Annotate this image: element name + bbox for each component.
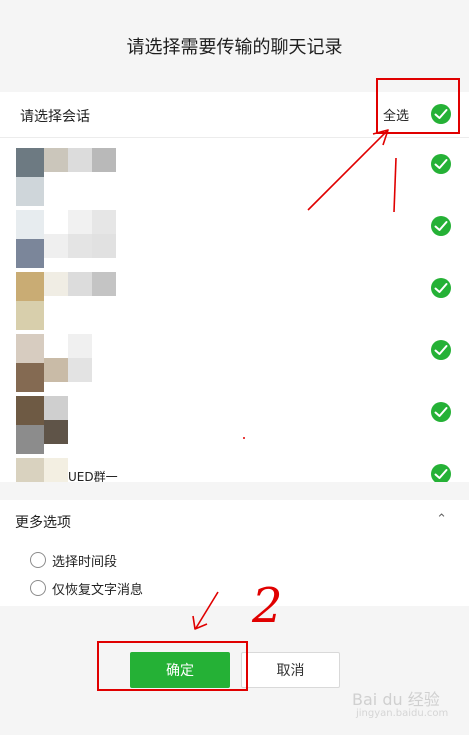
- conversation-avatar: [16, 396, 44, 454]
- conversation-avatar: [16, 458, 44, 482]
- conversation-check-icon[interactable]: [431, 402, 451, 422]
- option-time-range[interactable]: 选择时间段: [30, 550, 117, 570]
- session-select-panel: 请选择会话 全选 UED群一: [0, 92, 469, 482]
- conversation-name-blurred: [44, 272, 140, 330]
- conversation-name-blurred: [44, 148, 140, 206]
- conversation-check-icon[interactable]: [431, 154, 451, 174]
- confirm-button[interactable]: 确定: [130, 652, 230, 688]
- radio-time-range[interactable]: [30, 552, 46, 568]
- conversation-check-icon[interactable]: [431, 340, 451, 360]
- more-options-title: 更多选项: [15, 515, 71, 531]
- conversation-name-blurred: [44, 210, 140, 268]
- conversation-row[interactable]: [0, 396, 469, 458]
- annotation-arrowhead-confirm: [192, 615, 208, 630]
- dialog-title: 请选择需要传输的聊天记录: [126, 37, 343, 58]
- conversation-name-blurred: [44, 334, 140, 392]
- conversation-row[interactable]: UED群一: [0, 458, 469, 482]
- option-text-only-label: 仅恢复文字消息: [52, 582, 144, 598]
- conversation-name-blurred: [44, 396, 140, 454]
- chevron-up-icon[interactable]: ⌃: [436, 512, 447, 527]
- conversation-check-icon[interactable]: [431, 216, 451, 236]
- more-options-panel: 更多选项 ⌃ 选择时间段 仅恢复文字消息: [0, 500, 469, 606]
- conversation-avatar: [16, 210, 44, 268]
- watermark-url: jingyan.baidu.com: [356, 708, 449, 719]
- conversation-avatar: [16, 148, 44, 206]
- watermark-brand: Bai du 经验: [352, 690, 440, 709]
- conversation-check-icon[interactable]: [431, 278, 451, 298]
- conversation-row[interactable]: [0, 272, 469, 334]
- conversation-list: UED群一: [0, 142, 469, 482]
- cancel-button[interactable]: 取消: [241, 652, 340, 688]
- conversation-row[interactable]: [0, 148, 469, 210]
- conversation-check-icon[interactable]: [431, 464, 451, 482]
- select-all-check-icon[interactable]: [431, 104, 451, 124]
- option-time-range-label: 选择时间段: [52, 554, 118, 570]
- conversation-row[interactable]: [0, 210, 469, 272]
- conversation-name: UED群一: [68, 470, 118, 482]
- conversation-avatar: [16, 272, 44, 330]
- conversation-row[interactable]: [0, 334, 469, 396]
- session-select-label: 请选择会话: [20, 109, 90, 125]
- conversation-avatar: [16, 334, 44, 392]
- select-all-label[interactable]: 全选: [383, 105, 409, 124]
- radio-text-only[interactable]: [30, 580, 46, 596]
- option-text-only[interactable]: 仅恢复文字消息: [30, 578, 143, 598]
- session-select-header: 请选择会话 全选: [0, 92, 469, 138]
